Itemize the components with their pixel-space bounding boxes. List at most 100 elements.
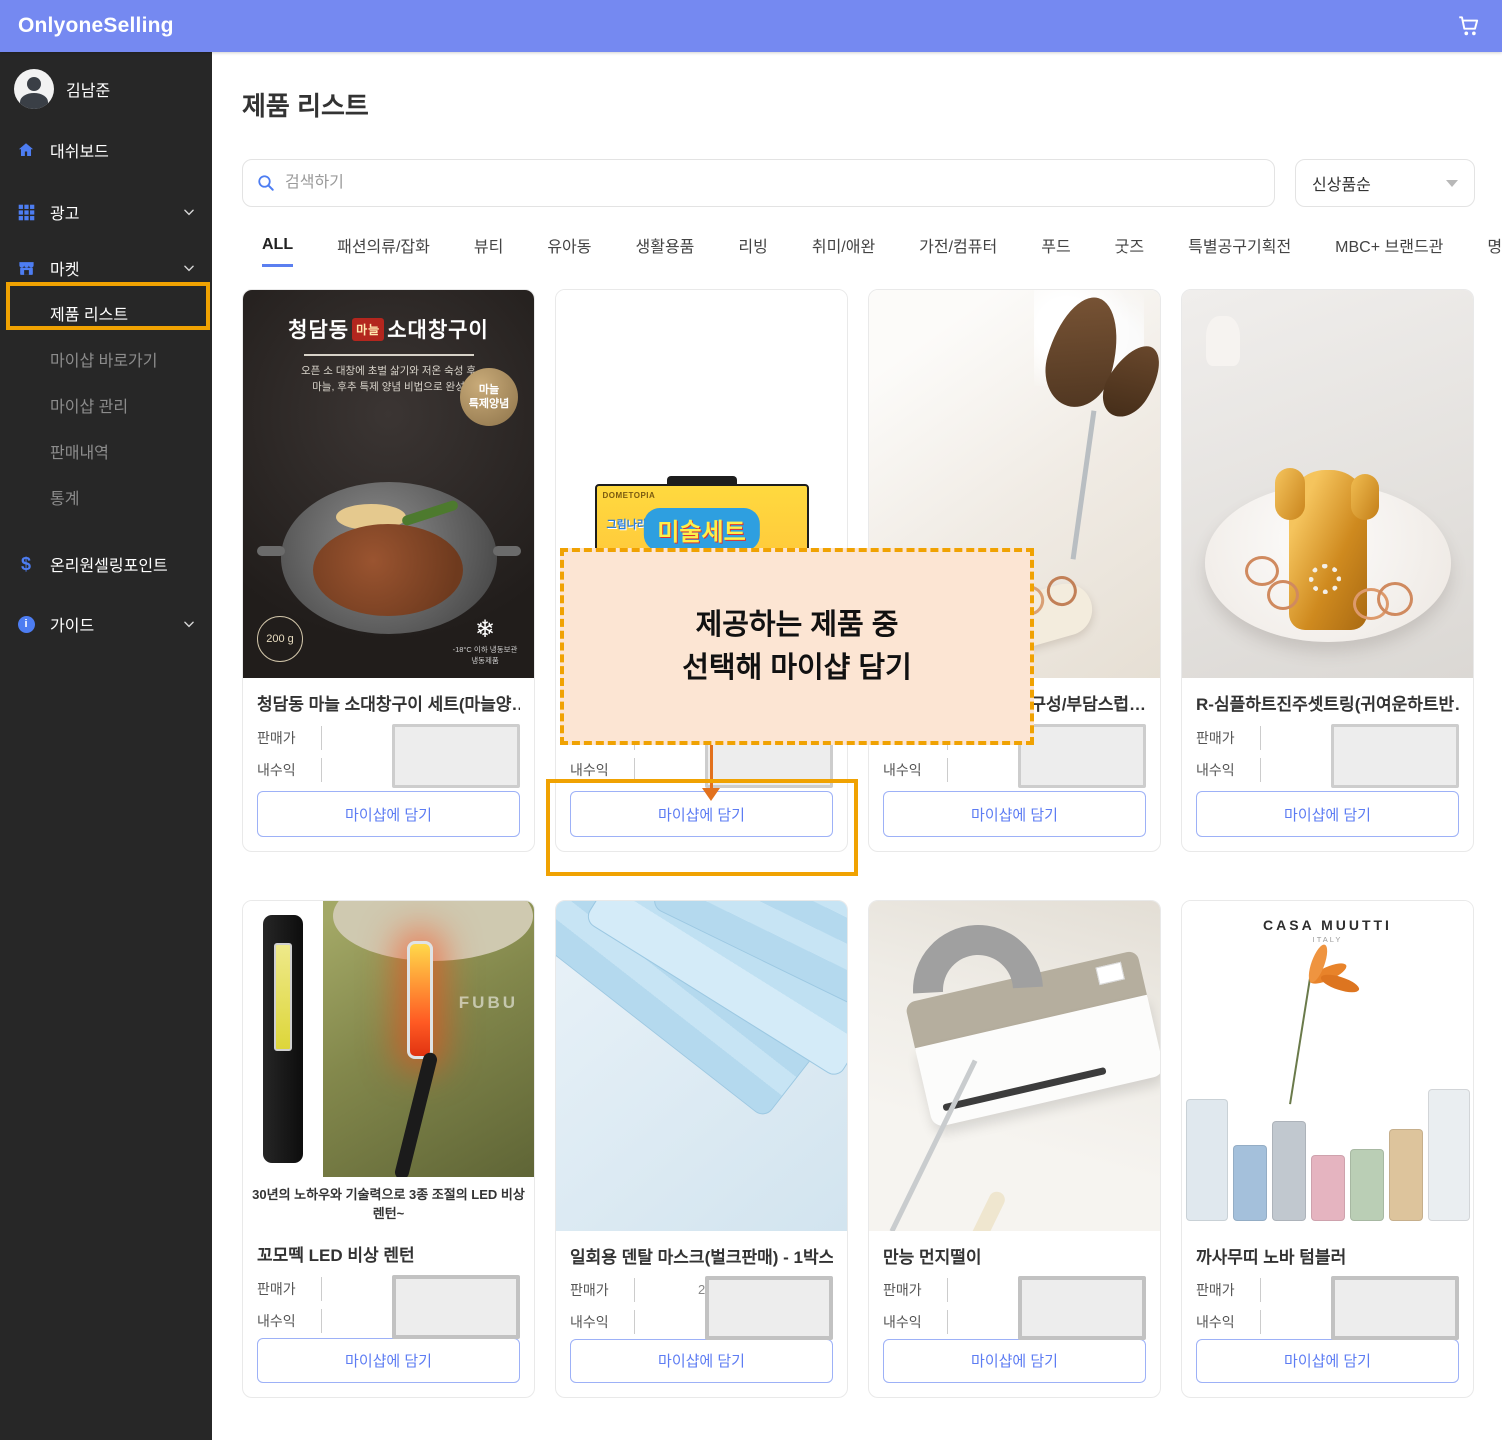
product-image: 청담동마늘소대창구이 오픈 소 대창에 초벌 삶기와 저온 숙성 후 마늘, 후… bbox=[243, 290, 534, 678]
profit-label: 내수익 bbox=[570, 1312, 618, 1332]
tab-goods[interactable]: 굿즈 bbox=[1115, 233, 1144, 267]
duster-grip-shape bbox=[962, 1189, 1007, 1231]
price-block: 판매가 내수익 2 bbox=[570, 1274, 833, 1339]
sidebar-item-label: 광고 bbox=[50, 200, 168, 224]
divider bbox=[1260, 1310, 1261, 1334]
pan-handle bbox=[257, 546, 285, 556]
box-brand: DOMETOPIA bbox=[603, 491, 656, 500]
profit-label: 내수익 bbox=[257, 1311, 305, 1331]
sidebar-item-ads[interactable]: 광고 bbox=[0, 192, 212, 232]
sidebar-item-guide[interactable]: i 가이드 bbox=[0, 604, 212, 644]
add-to-myshop-button[interactable]: 마이샵에 담기 bbox=[570, 1339, 833, 1383]
tab-beauty[interactable]: 뷰티 bbox=[474, 233, 503, 267]
price-block: 판매가 내수익 bbox=[257, 722, 520, 790]
price-redaction-box bbox=[705, 724, 833, 788]
pan-shape bbox=[281, 482, 497, 634]
main-content: 제품 리스트 신상품순 ALL 패션의류/잡화 뷰티 유아동 생활용품 리빙 취… bbox=[212, 52, 1502, 1440]
tab-electronics[interactable]: 가전/컴퓨터 bbox=[919, 233, 997, 267]
tab-food[interactable]: 푸드 bbox=[1041, 233, 1070, 267]
sidebar-item-product-list[interactable]: 제품 리스트 bbox=[0, 290, 212, 336]
user-row[interactable]: 김남준 bbox=[0, 52, 212, 112]
sort-selected-value: 신상품순 bbox=[1312, 171, 1371, 195]
divider bbox=[947, 726, 948, 750]
category-tabs: ALL 패션의류/잡화 뷰티 유아동 생활용품 리빙 취미/애완 가전/컴퓨터 … bbox=[262, 233, 1475, 267]
tab-kids[interactable]: 유아동 bbox=[547, 233, 591, 267]
profit-label: 내수익 bbox=[883, 760, 931, 780]
sidebar-item-sales-history[interactable]: 판매내역 bbox=[0, 428, 212, 474]
product-title: 까사무띠 노바 텀블러 bbox=[1196, 1243, 1459, 1268]
price-redaction-box bbox=[392, 1275, 520, 1339]
search-icon bbox=[257, 174, 275, 192]
backpack-brand-text: FUBU bbox=[459, 993, 518, 1013]
ring-roll-shape bbox=[892, 577, 1099, 678]
tab-fashion[interactable]: 패션의류/잡화 bbox=[337, 233, 430, 267]
divider bbox=[947, 1278, 948, 1302]
add-to-myshop-button[interactable]: 마이샵에 담기 bbox=[570, 791, 833, 837]
caret-down-icon bbox=[1446, 180, 1458, 187]
stick-shape bbox=[1071, 410, 1097, 559]
tab-hobby-pet[interactable]: 취미/애완 bbox=[812, 233, 875, 267]
price-redaction-box bbox=[1018, 1276, 1146, 1340]
sidebar-item-myshop-link[interactable]: 마이샵 바로가기 bbox=[0, 336, 212, 382]
divider bbox=[947, 758, 948, 782]
sidebar-item-market[interactable]: 마켓 bbox=[0, 248, 212, 288]
product-card: R-심플하트진주셋트링(귀여운하트반… 판매가 내수익 마이샵에 담기 bbox=[1181, 289, 1474, 852]
child-shape bbox=[655, 622, 707, 662]
sidebar-item-stats[interactable]: 통계 bbox=[0, 474, 212, 520]
tab-living-goods[interactable]: 생활용품 bbox=[636, 233, 695, 267]
sidebar-item-myshop-manage[interactable]: 마이샵 관리 bbox=[0, 382, 212, 428]
tab-all[interactable]: ALL bbox=[262, 236, 293, 267]
price-redaction-box bbox=[1018, 724, 1146, 788]
divider bbox=[321, 1277, 322, 1301]
product-image bbox=[1182, 290, 1473, 678]
add-to-myshop-button[interactable]: 마이샵에 담기 bbox=[883, 1339, 1146, 1383]
sidebar-item-points[interactable]: $ 온리원셀링포인트 bbox=[0, 544, 212, 584]
divider bbox=[1260, 1278, 1261, 1302]
tab-mbc-brand[interactable]: MBC+ 브랜드관 bbox=[1335, 233, 1443, 267]
backpack-shape: FUBU bbox=[323, 901, 534, 1177]
tab-special[interactable]: 특별공구기획전 bbox=[1188, 233, 1291, 267]
tab-luxury[interactable]: 명품 bbox=[1487, 233, 1502, 267]
app-header: OnlyoneSelling bbox=[0, 0, 1502, 52]
add-to-myshop-button[interactable]: 마이샵에 담기 bbox=[1196, 791, 1459, 837]
veg-shape bbox=[400, 499, 458, 526]
product-title: 만능 먼지떨이 bbox=[883, 1243, 1146, 1268]
tab-living[interactable]: 리빙 bbox=[738, 233, 767, 267]
sort-dropdown[interactable]: 신상품순 bbox=[1295, 159, 1475, 207]
profit-label: 내수익 bbox=[257, 760, 305, 780]
product-card: FUBU 30년의 노하우와 기술력으로 3종 조절의 LED 비상렌턴~ 꼬모… bbox=[242, 900, 535, 1398]
price-label: 판매가 bbox=[1196, 1280, 1244, 1300]
image-brand-subtext: ITALY bbox=[1182, 935, 1473, 944]
weight-badge: 200 g bbox=[257, 616, 303, 662]
add-to-myshop-button[interactable]: 마이샵에 담기 bbox=[257, 791, 520, 837]
chevron-down-icon bbox=[182, 617, 196, 631]
pens-tray-shape bbox=[703, 590, 799, 662]
divider bbox=[634, 726, 635, 750]
product-title: 구성/부담스럽… bbox=[883, 690, 1146, 716]
product-image bbox=[869, 290, 1160, 678]
sidebar-item-label: 온리원셀링포인트 bbox=[50, 552, 196, 576]
price-redaction-box bbox=[1331, 724, 1459, 788]
search-box bbox=[242, 159, 1275, 207]
box-handle bbox=[667, 476, 737, 486]
product-image-caption: 30년의 노하우와 기술력으로 3종 조절의 LED 비상렌턴~ bbox=[243, 1177, 534, 1229]
product-image: DOMETOPIA 그림나라 미술세트 68 PIECE bbox=[556, 290, 847, 678]
product-title: R-심플하트진주셋트링(귀여운하트반… bbox=[1196, 690, 1459, 716]
add-to-myshop-button[interactable]: 마이샵에 담기 bbox=[883, 791, 1146, 837]
divider bbox=[1260, 758, 1261, 782]
cart-button[interactable] bbox=[1454, 11, 1484, 41]
poster-seal: 마늘 bbox=[352, 318, 384, 341]
product-title: 꼬모떽 LED 비상 렌턴 bbox=[257, 1241, 520, 1266]
price-redaction-box bbox=[705, 1276, 833, 1340]
product-image: CASA MUUTTI ITALY bbox=[1182, 901, 1473, 1231]
add-to-myshop-button[interactable]: 마이샵에 담기 bbox=[1196, 1339, 1459, 1383]
divider bbox=[634, 758, 635, 782]
pan-handle bbox=[493, 546, 521, 556]
product-image bbox=[556, 901, 847, 1231]
divider bbox=[947, 1310, 948, 1334]
product-card: 일회용 덴탈 마스크(벌크판매) - 1박스(2… 판매가 내수익 2 마이샵에… bbox=[555, 900, 848, 1398]
profit-label: 내수익 bbox=[570, 760, 618, 780]
add-to-myshop-button[interactable]: 마이샵에 담기 bbox=[257, 1338, 520, 1383]
sidebar-item-dashboard[interactable]: 대쉬보드 bbox=[0, 130, 212, 170]
search-input[interactable] bbox=[285, 174, 1260, 192]
